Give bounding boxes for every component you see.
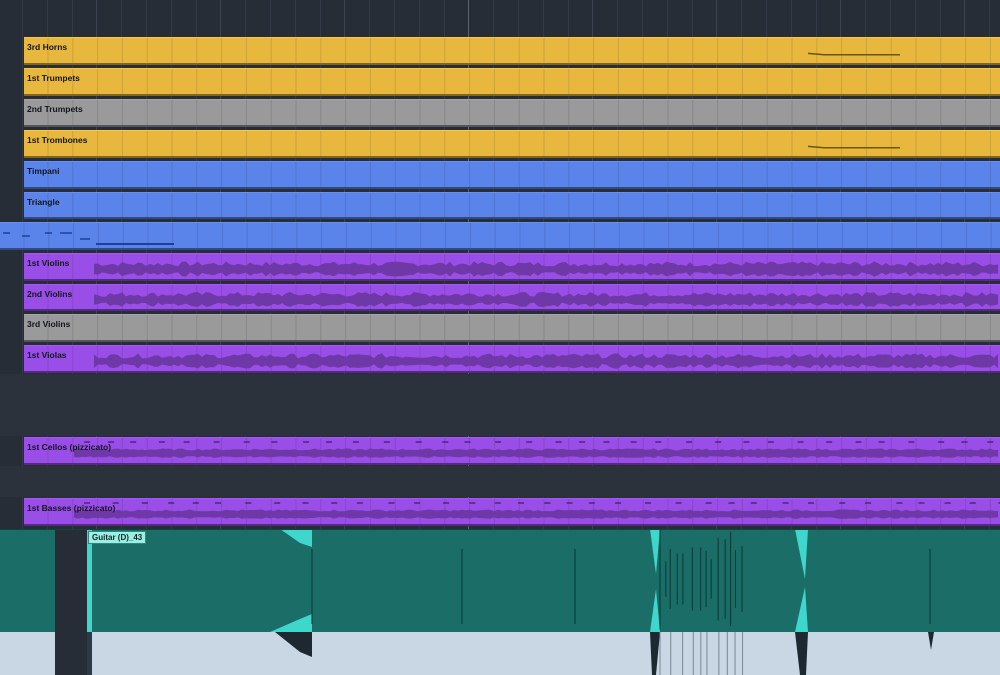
guitar-waveform <box>0 529 1000 632</box>
event-content <box>47 69 991 94</box>
event-label: 1st Violins <box>27 258 70 268</box>
event-content <box>47 346 998 371</box>
event-1st-cellos[interactable]: 1st Cellos (pizzicato) <box>24 437 1000 465</box>
event-2nd-violins[interactable]: 2nd Violins <box>24 284 1000 311</box>
event-label: 1st Violas <box>27 350 67 360</box>
event-3rd-horns[interactable]: 3rd Horns <box>24 37 1000 65</box>
event-content <box>47 131 991 156</box>
event-content <box>47 100 991 125</box>
event-content <box>3 223 992 248</box>
event-label: Timpani <box>27 166 60 176</box>
event-content <box>47 162 991 187</box>
event-2nd-trumpets[interactable]: 2nd Trumpets <box>24 99 1000 127</box>
event-content <box>47 193 991 217</box>
event-label: 3rd Horns <box>27 42 68 52</box>
event-triangle[interactable]: Triangle <box>24 192 1000 219</box>
event-label: 1st Trumpets <box>27 73 80 83</box>
event-label: 1st Basses (pizzicato) <box>27 503 116 513</box>
event-content <box>47 438 998 463</box>
event-content <box>47 38 991 63</box>
event-percussion[interactable] <box>0 222 1000 250</box>
audio-event-guitar[interactable] <box>0 529 1000 632</box>
event-content <box>47 285 998 309</box>
guitar-lane-lower <box>0 632 1000 675</box>
event-label: 1st Trombones <box>27 135 88 145</box>
event-timpani[interactable]: Timpani <box>24 161 1000 189</box>
event-label: 2nd Trumpets <box>27 104 83 114</box>
event-content <box>47 254 998 279</box>
event-1st-trumpets[interactable]: 1st Trumpets <box>24 68 1000 96</box>
event-1st-trombones[interactable]: 1st Trombones <box>24 130 1000 158</box>
arrange-window: 3rd Horns 1st Trumpets 2nd Trumpets 1st … <box>0 0 1000 675</box>
event-content <box>47 315 991 340</box>
guitar-lower-waveform <box>55 632 934 675</box>
event-1st-basses[interactable]: 1st Basses (pizzicato) <box>24 498 1000 526</box>
guitar-event-label: Guitar (D)_43 <box>88 531 147 544</box>
event-3rd-violins[interactable]: 3rd Violins <box>24 314 1000 342</box>
event-label: 1st Cellos (pizzicato) <box>27 442 112 452</box>
event-label: 3rd Violins <box>27 319 71 329</box>
event-1st-violas[interactable]: 1st Violas <box>24 345 1000 373</box>
event-label: 2nd Violins <box>27 289 73 299</box>
event-content <box>47 499 1000 524</box>
event-1st-violins[interactable]: 1st Violins <box>24 253 1000 281</box>
event-label: Triangle <box>27 197 60 207</box>
